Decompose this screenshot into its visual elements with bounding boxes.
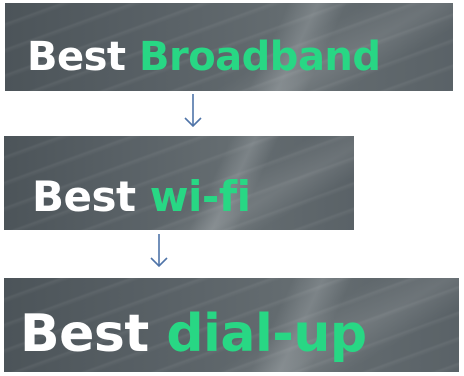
banner-word-broadband: Broadband [138,34,381,80]
banner-word-best: Best [27,34,126,80]
banner-best-dialup: Best dial-up [4,278,459,372]
down-arrow-icon [150,234,168,268]
banner-heading: Best dial-up [20,308,367,360]
comparison-graphic: Best Broadband Best wi-fi Best dial-up [0,0,464,376]
banner-best-wifi: Best wi-fi [4,136,354,230]
banner-word-best: Best [32,172,136,221]
banner-best-broadband: Best Broadband [5,3,453,91]
banner-word-wifi: wi-fi [149,172,251,221]
banner-word-best: Best [20,304,149,364]
banner-word-dialup: dial-up [166,304,367,364]
down-arrow-icon [184,94,202,128]
banner-heading: Best wi-fi [32,176,251,218]
banner-heading: Best Broadband [27,37,381,77]
